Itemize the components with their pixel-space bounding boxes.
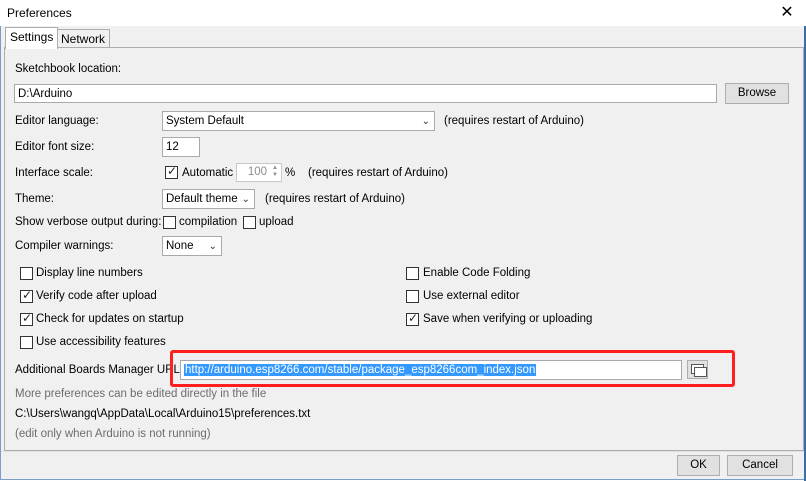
compiler-warnings-label: Compiler warnings: xyxy=(15,240,114,252)
cancel-button[interactable]: Cancel xyxy=(727,455,793,476)
option-label: Use accessibility features xyxy=(36,336,166,348)
interface-scale-label: Interface scale: xyxy=(15,167,93,179)
compilation-label: compilation xyxy=(179,216,238,228)
verbose-label: Show verbose output during: xyxy=(15,216,162,228)
font-size-input[interactable]: 12 xyxy=(162,137,200,157)
code-folding-checkbox[interactable] xyxy=(406,267,419,280)
interface-scale-value: 100 xyxy=(247,166,267,178)
title-bar: Preferences ✕ xyxy=(0,0,806,26)
compiler-warnings-value: None xyxy=(166,240,194,252)
checkmark-icon: ✓ xyxy=(408,311,419,325)
external-editor-checkbox[interactable] xyxy=(406,290,419,303)
tab-settings[interactable]: Settings xyxy=(5,27,59,49)
verify-after-upload-checkbox[interactable]: ✓ xyxy=(20,288,33,303)
upload-label: upload xyxy=(259,216,294,228)
divider xyxy=(1,451,804,452)
automatic-label: Automatic xyxy=(182,167,234,179)
option-label: Save when verifying or uploading xyxy=(423,313,593,325)
highlight-annotation xyxy=(170,350,735,387)
boards-manager-label: Additional Boards Manager URLs xyxy=(15,364,186,376)
sketchbook-label: Sketchbook location: xyxy=(15,63,122,75)
upload-checkbox[interactable] xyxy=(243,216,256,229)
interface-scale-note: (requires restart of Arduino) xyxy=(308,167,448,179)
interface-scale-unit: % xyxy=(285,167,296,179)
font-size-label: Editor font size: xyxy=(15,141,95,153)
sketchbook-location-input[interactable]: D:\Arduino xyxy=(14,84,717,103)
editor-language-select[interactable]: System Default ⌄ xyxy=(162,111,435,131)
checkmark-icon: ✓ xyxy=(22,311,33,325)
editor-language-note: (requires restart of Arduino) xyxy=(444,115,584,127)
option-label: Enable Code Folding xyxy=(423,267,531,279)
theme-label: Theme: xyxy=(15,193,54,205)
theme-note: (requires restart of Arduino) xyxy=(265,193,405,205)
accessibility-checkbox[interactable] xyxy=(20,336,33,349)
option-label: Check for updates on startup xyxy=(36,313,184,325)
interface-scale-spinner[interactable]: 100 ▲ ▼ xyxy=(236,163,282,182)
tab-network[interactable]: Network xyxy=(56,29,111,49)
automatic-checkbox[interactable]: ✓ xyxy=(165,164,178,179)
display-line-numbers-checkbox[interactable] xyxy=(20,267,33,280)
editor-language-label: Editor language: xyxy=(15,115,99,127)
chevron-down-icon: ⌄ xyxy=(421,116,430,127)
browse-button[interactable]: Browse xyxy=(725,83,789,104)
spinner-arrows-icon[interactable]: ▲ ▼ xyxy=(270,165,280,179)
theme-value: Default theme xyxy=(166,193,238,205)
edit-only-note: (edit only when Arduino is not running) xyxy=(15,428,211,440)
editor-language-value: System Default xyxy=(166,115,244,127)
window-title: Preferences xyxy=(7,6,72,20)
close-icon[interactable]: ✕ xyxy=(776,3,798,23)
theme-select[interactable]: Default theme ⌄ xyxy=(162,189,255,209)
checkmark-icon: ✓ xyxy=(167,164,178,178)
chevron-down-icon: ⌄ xyxy=(241,194,250,205)
compiler-warnings-select[interactable]: None ⌄ xyxy=(162,236,222,256)
compilation-checkbox[interactable] xyxy=(163,216,176,229)
check-updates-checkbox[interactable]: ✓ xyxy=(20,311,33,326)
preferences-file-path: C:\Users\wangq\AppData\Local\Arduino15\p… xyxy=(15,408,311,420)
option-label: Display line numbers xyxy=(36,267,143,279)
more-preferences-note: More preferences can be edited directly … xyxy=(15,388,267,400)
ok-button[interactable]: OK xyxy=(677,455,720,476)
option-label: Verify code after upload xyxy=(36,290,157,302)
option-label: Use external editor xyxy=(423,290,520,302)
checkmark-icon: ✓ xyxy=(22,288,33,302)
save-when-verifying-checkbox[interactable]: ✓ xyxy=(406,311,419,326)
chevron-down-icon: ⌄ xyxy=(208,241,217,252)
